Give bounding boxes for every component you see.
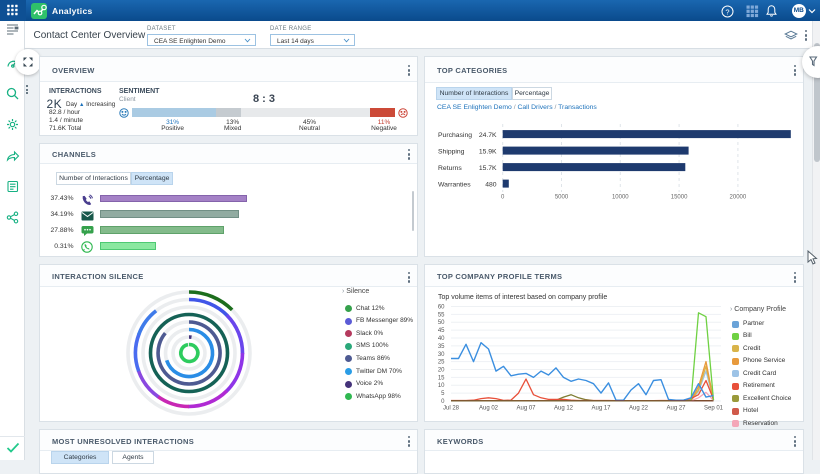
svg-text:Returns: Returns	[438, 165, 462, 172]
svg-text:Warranties: Warranties	[438, 182, 471, 189]
svg-text:0: 0	[501, 195, 505, 201]
svg-text:Aug 22: Aug 22	[629, 406, 649, 412]
svg-text:10: 10	[438, 383, 445, 389]
svg-text:Aug 17: Aug 17	[591, 406, 611, 412]
svg-text:20000: 20000	[730, 195, 747, 201]
svg-text:15.7K: 15.7K	[479, 165, 497, 172]
svg-text:60: 60	[438, 305, 445, 311]
svg-text:15.9K: 15.9K	[479, 149, 497, 156]
svg-text:Purchasing: Purchasing	[438, 132, 472, 139]
svg-text:40: 40	[438, 336, 445, 342]
svg-text:5: 5	[441, 391, 445, 397]
svg-text:10000: 10000	[612, 195, 629, 201]
svg-text:25: 25	[438, 360, 445, 366]
svg-text:Jul 28: Jul 28	[443, 406, 460, 412]
svg-text:55: 55	[438, 312, 445, 318]
svg-text:Shipping: Shipping	[438, 149, 465, 156]
svg-text:Sep 01: Sep 01	[704, 406, 724, 412]
svg-text:15: 15	[438, 375, 445, 381]
svg-text:Aug 12: Aug 12	[554, 406, 574, 412]
svg-text:35: 35	[438, 344, 445, 350]
svg-text:30: 30	[438, 352, 445, 358]
svg-text:0: 0	[441, 399, 445, 405]
svg-text:24.7K: 24.7K	[479, 132, 497, 139]
svg-text:Aug 07: Aug 07	[516, 406, 536, 412]
svg-text:50: 50	[438, 320, 445, 326]
svg-text:?: ?	[725, 7, 729, 16]
svg-text:Aug 27: Aug 27	[666, 406, 686, 412]
svg-text:45: 45	[438, 328, 445, 334]
svg-text:20: 20	[438, 368, 445, 374]
svg-text:15000: 15000	[671, 195, 688, 201]
svg-text:Aug 02: Aug 02	[479, 406, 499, 412]
svg-text:480: 480	[485, 182, 497, 189]
svg-text:5000: 5000	[555, 195, 569, 201]
